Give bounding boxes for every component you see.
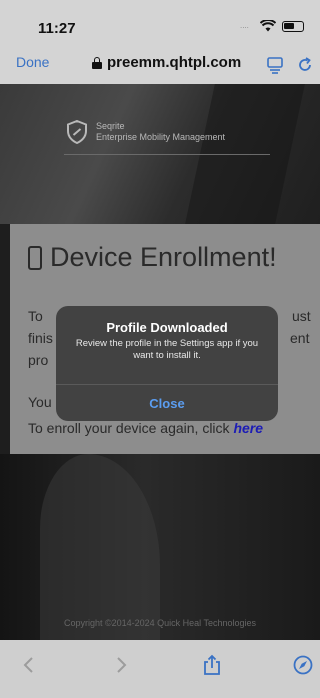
copyright-text: Copyright ©2014-2024 Quick Heal Technolo…	[63, 618, 257, 628]
signal-dots: ....	[240, 21, 249, 30]
lower-background	[0, 454, 320, 640]
url-text: preemm.qhtpl.com	[107, 54, 242, 71]
card-title: Device Enrollment!	[50, 242, 277, 272]
forward-icon[interactable]	[110, 654, 132, 676]
brand-logo: Seqrite Enterprise Mobility Management	[66, 120, 225, 144]
card-line-5-text: To enroll your device again, click	[28, 420, 234, 436]
back-icon[interactable]	[18, 654, 40, 676]
profile-downloaded-alert: Profile Downloaded Review the profile in…	[56, 306, 278, 421]
hero-banner: Seqrite Enterprise Mobility Management	[0, 84, 320, 224]
done-button[interactable]: Done	[16, 54, 49, 70]
alert-message: Review the profile in the Settings app i…	[75, 338, 259, 361]
card-line-5: To enroll your device again, click here	[28, 420, 263, 436]
card-line-3-start: pro	[28, 352, 49, 368]
shield-icon	[67, 120, 87, 144]
card-line-1-end: ust	[292, 308, 311, 324]
card-heading: Device Enrollment!	[28, 242, 277, 273]
wifi-icon	[260, 20, 276, 32]
mobile-phone-icon	[28, 245, 42, 270]
brand-text: Seqrite Enterprise Mobility Management	[96, 121, 225, 143]
card-line-1-start: To	[28, 308, 43, 324]
phone-screen: 11:27 .... Done preemm.qhtpl.com Seqrite…	[0, 0, 320, 698]
lock-icon	[92, 56, 102, 69]
alert-title: Profile Downloaded	[106, 320, 228, 335]
reload-icon[interactable]	[296, 56, 314, 74]
card-line-4-start: You	[28, 394, 52, 410]
enroll-again-link[interactable]: here	[233, 420, 263, 436]
compass-icon[interactable]	[292, 654, 314, 676]
brand-tagline: Enterprise Mobility Management	[96, 132, 226, 142]
brand-name: Seqrite	[96, 121, 125, 131]
alert-close-button[interactable]: Close	[56, 385, 278, 421]
reader-icon[interactable]	[266, 56, 284, 74]
browser-top-bar: Done preemm.qhtpl.com	[0, 44, 320, 84]
address-bar[interactable]: preemm.qhtpl.com	[92, 54, 241, 71]
browser-bottom-bar	[0, 640, 320, 698]
brand-divider	[64, 154, 270, 155]
card-line-2-end: ent	[290, 330, 310, 346]
status-time: 11:27	[38, 20, 76, 37]
share-icon[interactable]	[201, 654, 223, 676]
status-icons: ....	[240, 20, 304, 32]
battery-icon	[282, 20, 304, 32]
status-bar: 11:27 ....	[0, 0, 320, 44]
card-line-2-start: finis	[28, 330, 53, 346]
